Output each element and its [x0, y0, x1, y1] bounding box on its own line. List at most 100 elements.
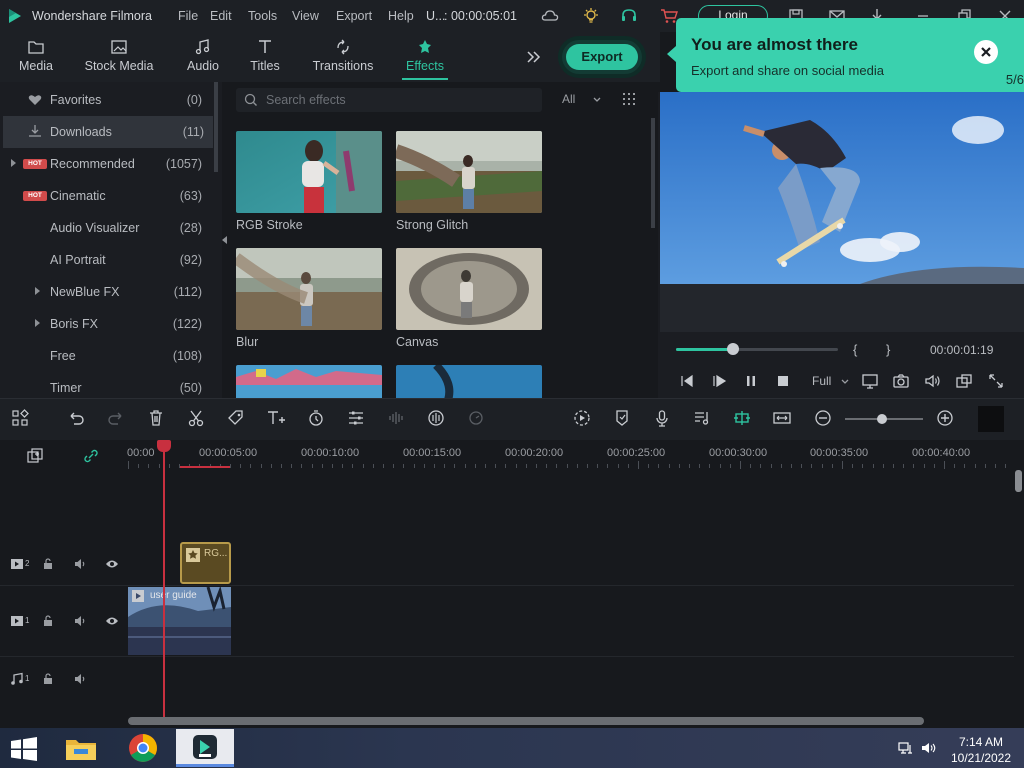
stop-icon[interactable]: [774, 372, 792, 390]
marker-icon[interactable]: [612, 408, 632, 428]
tag-icon[interactable]: [226, 408, 246, 428]
tab-stock-media[interactable]: Stock Media: [82, 36, 156, 80]
grid-view-icon[interactable]: [622, 92, 636, 106]
link-icon[interactable]: [82, 447, 100, 465]
effect-card-canvas[interactable]: Canvas: [396, 248, 542, 349]
quality-dropdown[interactable]: Full: [812, 374, 849, 388]
lock-icon[interactable]: [42, 557, 54, 571]
add-track-icon[interactable]: [26, 447, 44, 465]
step-back-icon[interactable]: [678, 372, 696, 390]
tab-titles[interactable]: Titles: [246, 36, 284, 80]
eye-icon[interactable]: [105, 614, 119, 628]
speaker-icon[interactable]: [921, 741, 937, 755]
mark-in-button[interactable]: {: [853, 342, 857, 357]
menu-view[interactable]: View: [292, 9, 319, 23]
cloud-icon[interactable]: [541, 7, 559, 25]
playback-scrub-handle[interactable]: [727, 343, 739, 355]
double-chevron-right-icon[interactable]: [526, 50, 542, 64]
lock-icon[interactable]: [42, 672, 54, 686]
scissors-icon[interactable]: [186, 408, 206, 428]
mute-icon[interactable]: [73, 614, 87, 628]
effect-card[interactable]: [396, 365, 542, 398]
fit-timeline-icon[interactable]: [772, 408, 792, 428]
pip-icon[interactable]: [955, 372, 973, 390]
delete-icon[interactable]: [146, 408, 166, 428]
file-explorer-icon[interactable]: [62, 730, 100, 766]
menu-tools[interactable]: Tools: [248, 9, 277, 23]
fullscreen-icon[interactable]: [987, 372, 1005, 390]
mute-icon[interactable]: [73, 672, 87, 686]
headset-icon[interactable]: [620, 7, 638, 25]
color-match-icon[interactable]: [426, 408, 446, 428]
play-icon[interactable]: [710, 372, 728, 390]
menu-help[interactable]: Help: [388, 9, 414, 23]
speed-icon[interactable]: [466, 408, 486, 428]
tooltip-close-button[interactable]: [974, 40, 998, 64]
bulb-icon[interactable]: [582, 7, 600, 25]
eye-icon[interactable]: [105, 557, 119, 571]
zoom-in-icon[interactable]: [935, 408, 955, 428]
taskbar-clock[interactable]: 7:14 AM 10/21/2022: [944, 734, 1018, 766]
effect-card-strong-glitch[interactable]: Strong Glitch: [396, 131, 542, 232]
sidebar-item-boris-fx[interactable]: Boris FX (122): [0, 308, 214, 340]
search-effects-input[interactable]: Search effects: [236, 88, 542, 112]
adjust-icon[interactable]: [346, 408, 366, 428]
effect-clip[interactable]: RG...: [180, 542, 231, 584]
sidebar-item-newblue-fx[interactable]: NewBlue FX (112): [0, 276, 214, 308]
volume-icon[interactable]: [923, 372, 941, 390]
menu-file[interactable]: File: [178, 9, 198, 23]
sidebar-item-recommended[interactable]: HOT Recommended (1057): [0, 148, 214, 180]
microphone-icon[interactable]: [652, 408, 672, 428]
undo-icon[interactable]: [66, 408, 86, 428]
zoom-out-icon[interactable]: [813, 408, 833, 428]
snap-icon[interactable]: [732, 408, 752, 428]
chrome-icon[interactable]: [124, 730, 162, 766]
effect-card[interactable]: [236, 365, 382, 398]
tab-effects[interactable]: Effects: [402, 36, 448, 80]
timeline-vertical-scrollbar[interactable]: [1015, 470, 1022, 492]
export-button[interactable]: Export: [566, 44, 638, 70]
sidebar-scrollbar[interactable]: [214, 82, 218, 172]
network-icon[interactable]: [898, 741, 914, 755]
sidebar-item-cinematic[interactable]: HOT Cinematic (63): [0, 180, 214, 212]
expand-arrow-icon[interactable]: [11, 159, 16, 167]
pause-icon[interactable]: [742, 372, 760, 390]
expand-arrow-icon[interactable]: [35, 287, 40, 295]
tab-media[interactable]: Media: [14, 36, 58, 80]
voiceover-list-icon[interactable]: [692, 408, 712, 428]
mute-icon[interactable]: [73, 557, 87, 571]
sidebar-item-ai-portrait[interactable]: AI Portrait (92): [0, 244, 214, 276]
timer-icon[interactable]: [306, 408, 326, 428]
menu-edit[interactable]: Edit: [210, 9, 232, 23]
video-clip[interactable]: user guide: [128, 587, 231, 655]
sidebar-item-audio-visualizer[interactable]: Audio Visualizer (28): [0, 212, 214, 244]
effect-card-blur[interactable]: Blur: [236, 248, 382, 349]
render-icon[interactable]: [572, 408, 592, 428]
sidebar-item-downloads[interactable]: Downloads (11): [3, 116, 213, 148]
mark-out-button[interactable]: }: [886, 342, 890, 357]
timeline-horizontal-scrollbar[interactable]: [128, 717, 924, 725]
add-text-icon[interactable]: [266, 408, 286, 428]
taskbar-filmora[interactable]: [176, 729, 234, 767]
monitor-icon[interactable]: [861, 372, 879, 390]
playhead[interactable]: [163, 440, 165, 720]
redo-icon[interactable]: [106, 408, 126, 428]
track-layout-button[interactable]: [978, 406, 1004, 432]
lock-icon[interactable]: [42, 614, 54, 628]
menu-export[interactable]: Export: [336, 9, 372, 23]
effect-card-rgb-stroke[interactable]: RGB Stroke: [236, 131, 382, 232]
expand-arrow-icon[interactable]: [35, 319, 40, 327]
layout-icon[interactable]: [10, 408, 30, 428]
tab-audio[interactable]: Audio: [182, 36, 224, 80]
effects-scrollbar[interactable]: [651, 118, 655, 228]
camera-icon[interactable]: [892, 372, 910, 390]
playhead-handle[interactable]: [157, 440, 171, 452]
sidebar-item-favorites[interactable]: Favorites (0): [0, 84, 214, 116]
tab-transitions[interactable]: Transitions: [310, 36, 376, 80]
sidebar-item-free[interactable]: Free (108): [0, 340, 214, 372]
audio-wave-icon[interactable]: [386, 408, 406, 428]
filter-dropdown[interactable]: All: [562, 92, 601, 106]
zoom-slider-handle[interactable]: [877, 414, 887, 424]
windows-start-icon[interactable]: [10, 737, 38, 761]
collapse-sidebar-arrow-icon[interactable]: [222, 236, 227, 244]
